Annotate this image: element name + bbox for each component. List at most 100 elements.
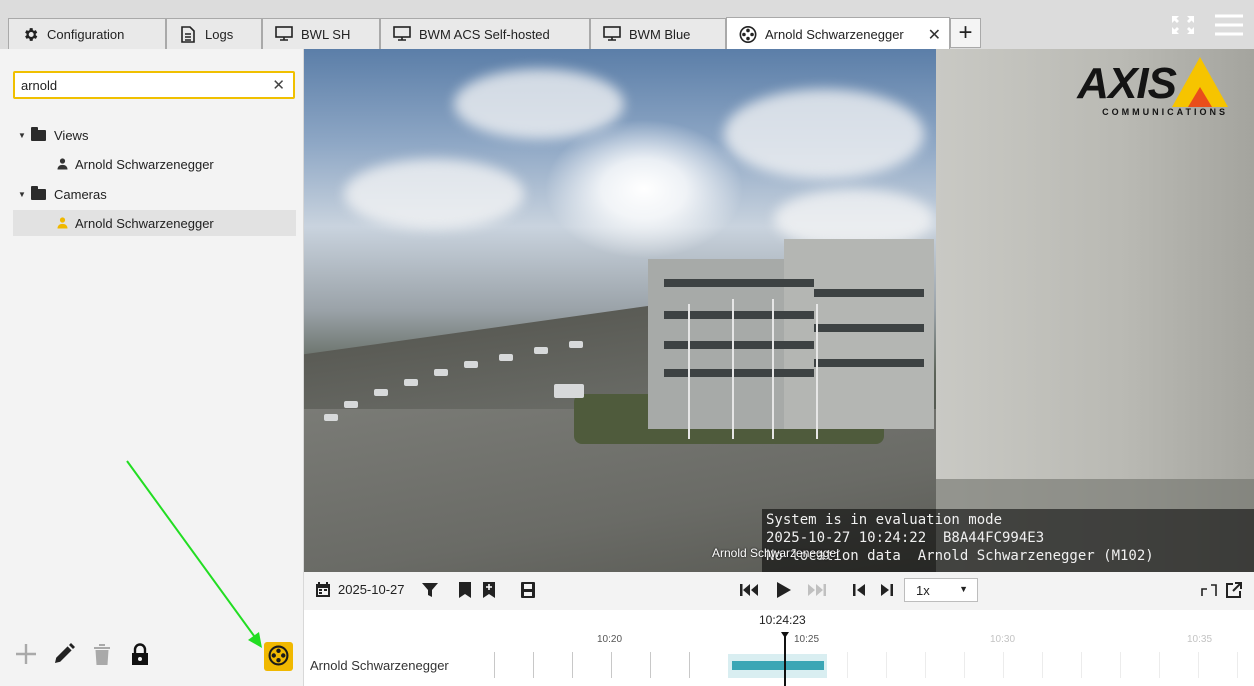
tab-bwm-acs-self-hosted[interactable]: BWM ACS Self-hosted [380,18,590,49]
tab-label: Configuration [47,26,125,42]
search-input[interactable] [21,76,261,94]
flag-pole [816,304,818,439]
sidebar: ✕ ▼ Views Arnold Schwarzenegger ▼ Camera… [0,49,304,686]
person-icon [57,217,68,229]
add-icon[interactable] [14,642,38,666]
playback-speed-select[interactable]: 1x ▼ [904,578,978,602]
tab-arnold-schwarzenegger[interactable]: Arnold Schwarzenegger ✕ [726,17,950,50]
speed-value: 1x [916,583,930,598]
previous-frame-icon[interactable] [850,580,868,600]
building [784,239,934,429]
timeline-gridline [1198,652,1199,678]
fullscreen-icon[interactable] [1170,14,1196,39]
timeline-gridline [494,652,495,678]
overlay-evaluation-text: System is in evaluation mode [766,512,1003,528]
tree-item-camera[interactable]: Arnold Schwarzenegger [13,210,296,236]
tree-folder-views[interactable]: ▼ Views [0,122,296,148]
timeline-gridline [611,652,612,678]
timeline-gridline [1081,652,1082,678]
car [499,354,513,361]
current-time: 10:24:23 [759,613,806,627]
tree-folder-label: Cameras [54,186,107,202]
tree-item-view[interactable]: Arnold Schwarzenegger [0,151,296,177]
chevron-down-icon[interactable]: ▼ [18,190,26,199]
trash-icon[interactable] [90,642,114,666]
sun-glare [544,119,744,259]
film-reel-button[interactable] [264,642,293,671]
tab-label: Logs [205,26,234,42]
tab-bwm-blue[interactable]: BWM Blue [590,18,726,49]
tick-label: 10:30 [990,634,1016,645]
play-icon[interactable] [774,580,794,600]
tab-logs[interactable]: Logs [166,18,262,49]
tab-bwl-sh[interactable]: BWL SH [262,18,380,49]
edit-icon[interactable] [52,642,76,666]
filter-icon[interactable] [421,580,439,600]
folder-icon [31,126,46,141]
recording-segment[interactable] [732,661,824,670]
tree-folder-cameras[interactable]: ▼ Cameras [0,181,296,207]
flag-pole [688,304,690,439]
split-view-icon[interactable] [1200,580,1218,600]
building-windows [664,279,814,287]
tab-label: BWM ACS Self-hosted [419,26,550,42]
car [534,347,548,354]
playback-toolbar: 2025-10-27 1x ▼ [304,572,1254,610]
tick-label: 10:35 [1187,634,1213,645]
timeline[interactable]: 10:24:23 10:20 10:25 10:30 10:35 Arnold … [304,610,1254,686]
calendar-icon[interactable] [314,580,332,600]
skip-back-icon[interactable] [738,580,760,600]
export-icon[interactable] [520,580,536,600]
bookmark-icon[interactable] [457,580,473,600]
tree-item-label: Arnold Schwarzenegger [75,156,214,172]
car [374,389,388,396]
add-bookmark-icon[interactable] [481,580,497,600]
lock-icon[interactable] [128,642,152,666]
tab-label: Arnold Schwarzenegger [765,26,904,42]
overlay-timestamp-text: 2025-10-27 10:24:22 B8A44FC994E3 [766,530,1045,546]
timeline-gridline [650,652,651,678]
person-icon [57,158,68,170]
tab-configuration[interactable]: Configuration [8,18,166,49]
car [434,369,448,376]
film-reel-icon [739,25,757,43]
axis-triangle-icon [1172,57,1228,107]
building-windows [664,311,814,319]
timeline-gridline [1159,652,1160,678]
timeline-gridline [886,652,887,678]
tab-bar: Configuration Logs BWL SH BWM ACS Self-h… [0,0,1254,50]
next-frame-icon[interactable] [878,580,896,600]
sidebar-toolbar [14,639,152,669]
timeline-gridline [1120,652,1121,678]
cloud-shape [344,159,524,229]
tab-label: BWL SH [301,26,351,42]
camera-video-feed[interactable]: AXIS COMMUNICATIONS System is in evaluat… [304,49,1254,572]
folder-icon [31,185,46,200]
building-windows [664,341,814,349]
monitor-icon [393,25,411,43]
monitor-icon [275,25,293,43]
timeline-gridline [847,652,848,678]
search-box[interactable]: ✕ [13,71,295,99]
playback-date[interactable]: 2025-10-27 [338,582,405,597]
gear-icon [21,25,39,43]
tree-folder-label: Views [54,127,89,143]
tree-item-label: Arnold Schwarzenegger [75,215,214,231]
clear-search-icon[interactable]: ✕ [272,76,285,94]
timeline-gridline [1042,652,1043,678]
monitor-icon [603,25,621,43]
flag-pole [772,299,774,439]
timeline-gridline [572,652,573,678]
tab-label: BWM Blue [629,26,691,42]
chevron-down-icon: ▼ [959,584,968,594]
share-icon[interactable] [1224,580,1244,600]
film-reel-icon [268,645,289,669]
car [569,341,583,348]
chevron-down-icon[interactable]: ▼ [18,131,26,140]
new-tab-button[interactable]: + [950,18,981,48]
timeline-playhead[interactable] [781,632,789,686]
skip-forward-icon[interactable] [806,580,828,600]
building-windows [814,289,924,297]
hamburger-menu-icon[interactable] [1214,13,1244,40]
close-tab-icon[interactable]: ✕ [928,25,941,45]
